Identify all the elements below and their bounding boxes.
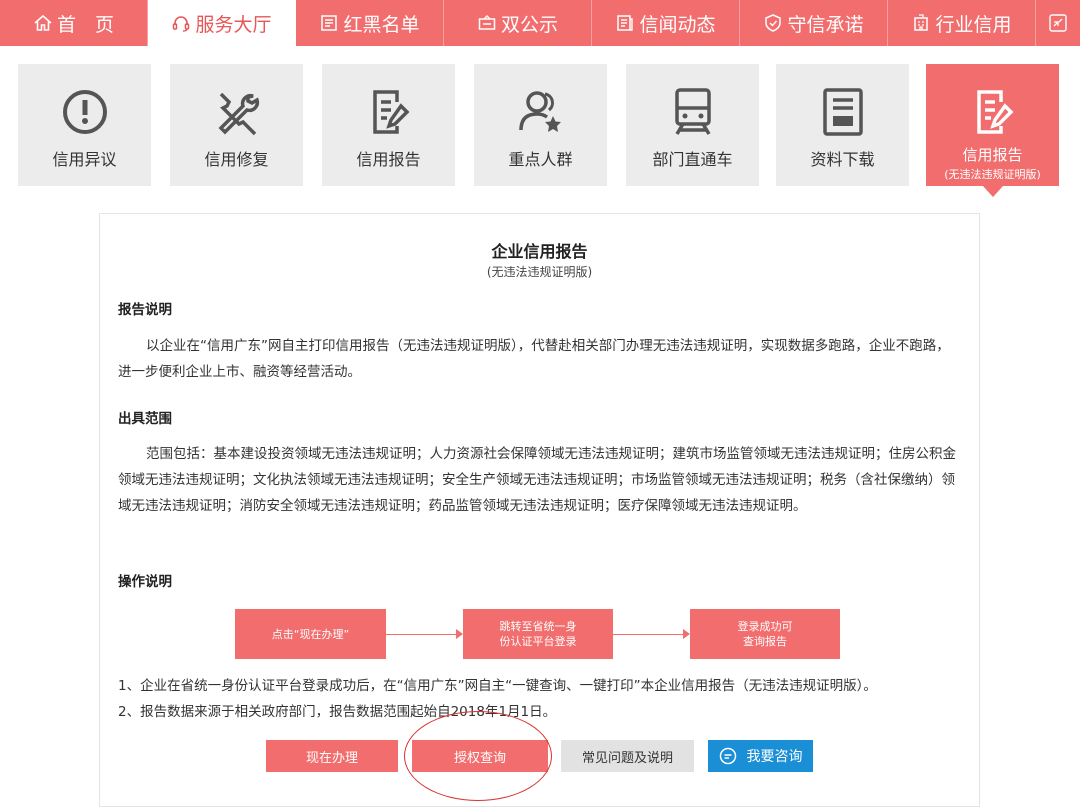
tile-credit-report-label: 信用报告 [356,150,421,169]
tab-double-publicity[interactable]: 双公示 [444,0,592,46]
page-subtitle: (无违法违规证明版) [486,265,593,279]
tile-department-express-label: 部门直通车 [652,150,733,169]
flow-step-1: 点击“现在办理” [235,609,386,659]
flow-step-2-line2: 份认证平台登录 [499,635,577,648]
highlight-circle-annotation [404,711,552,801]
download-doc-icon [822,88,863,136]
tile-key-groups-label: 重点人群 [508,150,573,169]
faq-button[interactable]: 常见问题及说明 [561,740,694,772]
tile-key-groups[interactable]: 重点人群 [474,64,607,186]
flow-step-2: 跳转至省统一身 份认证平台登录 [463,609,613,659]
tab-home-label: 首 页 [56,13,114,36]
headset-icon [173,16,190,32]
tab-trust-commitment-label: 守信承诺 [787,13,864,36]
tile-credit-objection[interactable]: 信用异议 [18,64,151,186]
building-icon [914,14,929,31]
collapse-icon [1049,14,1067,32]
page-title: 企业信用报告 [491,242,588,261]
train-icon [674,88,711,135]
arrow-right-icon [683,629,690,639]
tab-service-hall-label: 服务大厅 [195,13,272,36]
tile-credit-report-no-violation-label: 信用报告 [962,146,1023,164]
tab-credit-news-label: 信闻动态 [639,13,716,36]
report-desc-text: 以企业在“信用广东”网自主打印信用报告（无违法违规证明版），代替赴相关部门办理无… [118,338,950,380]
tile-credit-repair[interactable]: 信用修复 [170,64,303,186]
tile-credit-report-no-violation-sublabel: (无违法违规证明版) [944,168,1041,181]
section-heading-operation: 操作说明 [118,574,172,590]
flow-connector-1 [386,634,456,635]
tile-credit-objection-label: 信用异议 [52,150,117,169]
arrow-right-icon [456,629,463,639]
tab-red-black-list-label: 红黑名单 [343,13,420,36]
consult-button[interactable]: 我要咨询 [708,740,813,772]
flow-step-3: 登录成功可 查询报告 [690,609,840,659]
tile-department-express[interactable]: 部门直通车 [626,64,759,186]
news-icon [617,15,634,31]
section-heading-scope: 出具范围 [118,411,172,427]
tile-material-download-label: 资料下载 [810,150,875,169]
tile-material-download[interactable]: 资料下载 [776,64,909,186]
tile-credit-report-no-violation[interactable]: 信用报告 (无违法违规证明版) [926,64,1059,197]
tools-icon [218,92,259,136]
user-star-icon [518,91,561,132]
tab-industry-credit[interactable]: 行业信用 [888,0,1036,46]
shield-icon [765,14,782,32]
exclamation-circle-icon [62,90,107,134]
flow-step-3-line1: 登录成功可 [737,620,793,633]
tab-industry-credit-label: 行业信用 [935,13,1012,36]
top-navigation: 首 页 服务大厅 红黑名单 双公示 信闻动态 守信承诺 行业信用 [0,0,1080,46]
apply-now-button[interactable]: 现在办理 [266,740,398,772]
tile-credit-repair-label: 信用修复 [204,150,269,169]
tab-service-hall[interactable]: 服务大厅 [148,0,296,46]
apply-now-label: 现在办理 [305,750,358,766]
chat-icon [719,747,736,765]
section-heading-report-desc: 报告说明 [118,302,172,318]
service-tiles: 信用异议 信用修复 信用报告 重点人群 部门直通车 资料下载 信用报告 (无违法… [18,64,1062,197]
home-icon [34,14,52,31]
report-icon [372,90,409,134]
scope-text: 范围包括：基本建设投资领域无违法违规证明；人力资源社会保障领域无违法违规证明；建… [118,446,956,514]
collapse-button[interactable] [1036,0,1080,46]
tab-double-publicity-label: 双公示 [500,13,558,36]
display-icon [478,15,496,30]
flow-step-3-line2: 查询报告 [743,635,787,648]
faq-label: 常见问题及说明 [581,750,673,766]
report-icon [976,90,1013,134]
flow-step-1-text: 点击“现在办理” [271,627,350,641]
tile-credit-report[interactable]: 信用报告 [322,64,455,186]
tab-home[interactable]: 首 页 [0,0,148,46]
tab-red-black-list[interactable]: 红黑名单 [296,0,444,46]
tab-credit-news[interactable]: 信闻动态 [592,0,740,46]
tab-trust-commitment[interactable]: 守信承诺 [740,0,888,46]
content-panel: 企业信用报告 (无违法违规证明版) 报告说明 以企业在“信用广东”网自主打印信用… [99,213,980,807]
list-icon [321,15,338,31]
operation-note-1: 1、企业在省统一身份认证平台登录成功后，在“信用广东”网自主“一键查询、一键打印… [118,678,877,694]
flow-step-2-line1: 跳转至省统一身 [499,620,577,633]
consult-label: 我要咨询 [746,749,803,765]
flow-connector-2 [613,634,683,635]
